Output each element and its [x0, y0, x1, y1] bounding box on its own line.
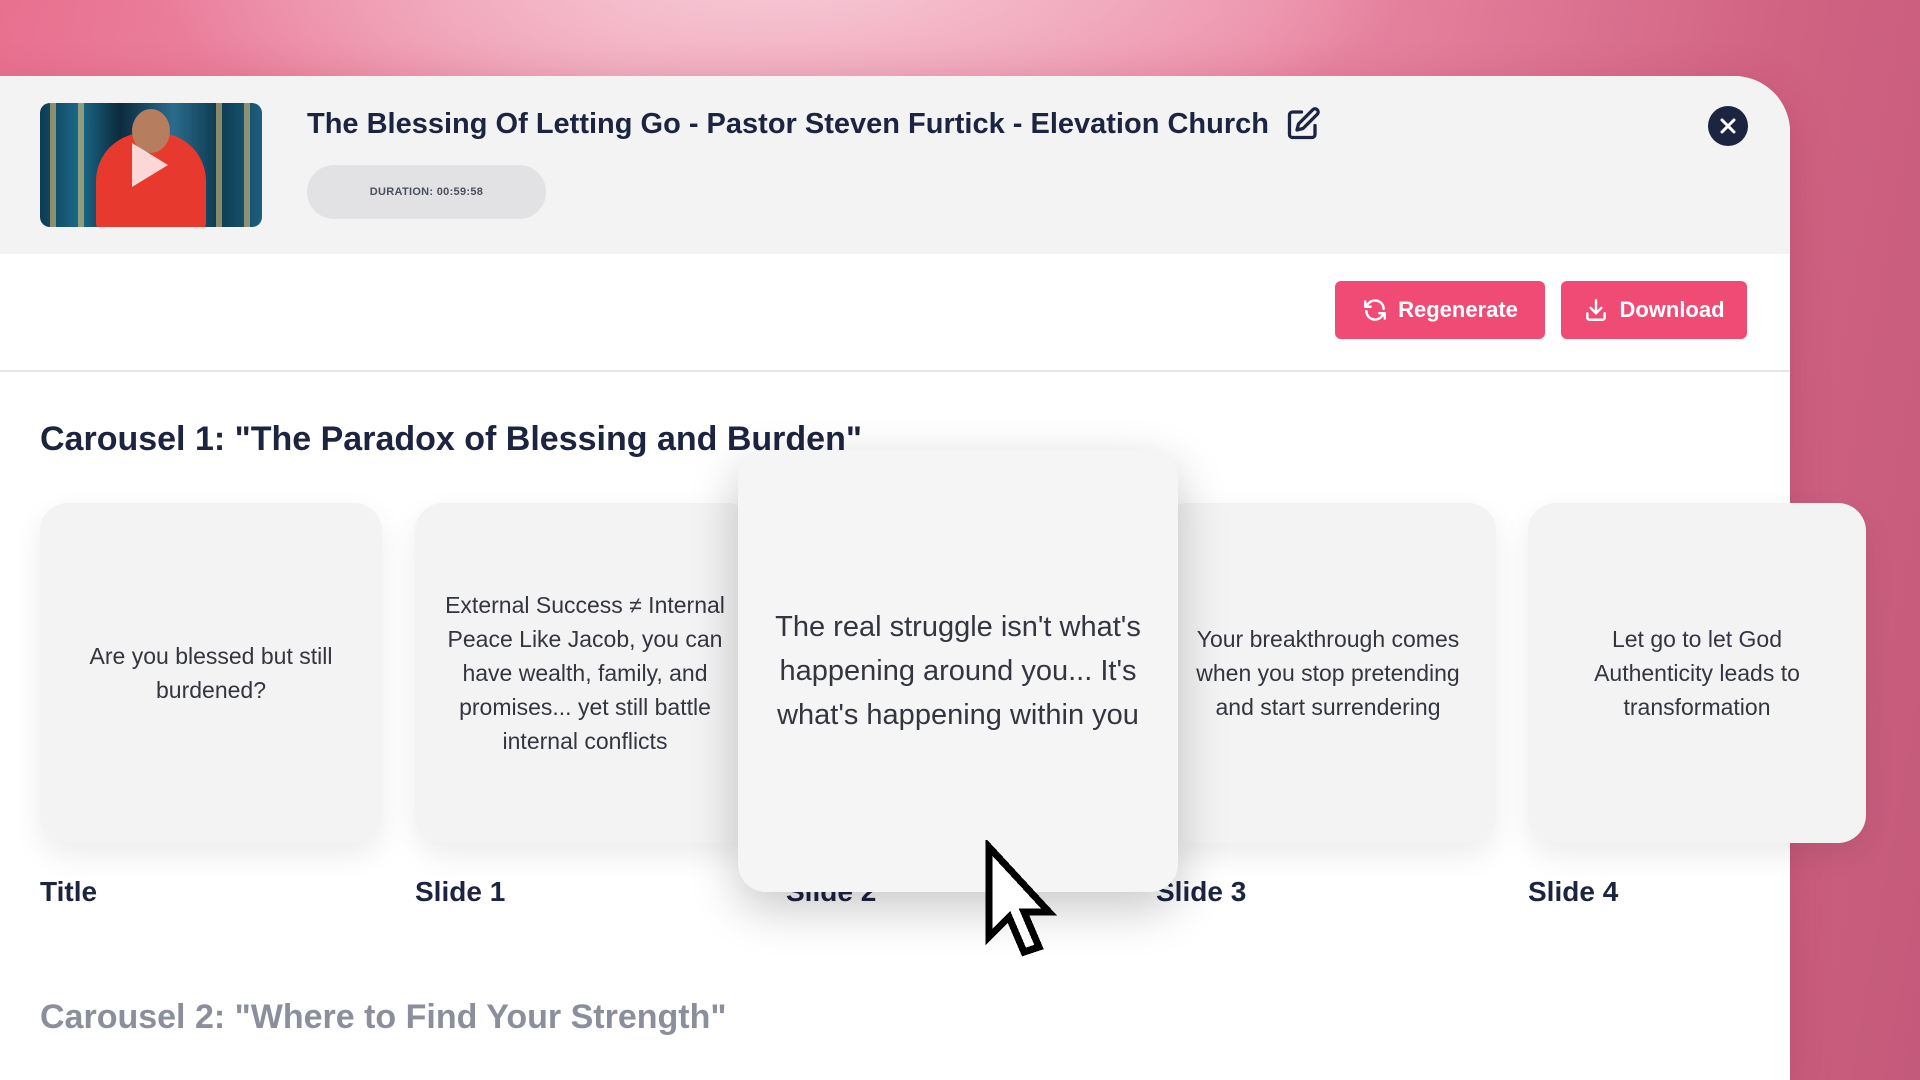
video-header: The Blessing Of Letting Go - Pastor Stev…	[0, 76, 1790, 254]
refresh-icon	[1364, 299, 1387, 321]
slide-text: External Success ≠ Internal Peace Like J…	[445, 592, 725, 754]
slide-label-4: Slide 4	[1528, 876, 1619, 907]
slide-text: Your breakthrough comes when you stop pr…	[1196, 626, 1460, 720]
regenerate-label: Regenerate	[1398, 297, 1518, 322]
slide-card-title[interactable]: Are you blessed but still burdened?	[40, 503, 382, 843]
carousel-1-title: Carousel 1: "The Paradox of Blessing and…	[40, 420, 862, 458]
stage-light	[216, 103, 222, 227]
close-icon	[1720, 118, 1736, 134]
video-title: The Blessing Of Letting Go - Pastor Stev…	[307, 107, 1269, 140]
slide-card-1[interactable]: External Success ≠ Internal Peace Like J…	[415, 503, 755, 843]
stage-light	[50, 103, 56, 227]
video-title-row: The Blessing Of Letting Go - Pastor Stev…	[307, 106, 1321, 142]
close-button[interactable]	[1708, 106, 1748, 146]
duration-badge: DURATION: 00:59:58	[307, 165, 546, 219]
mouse-pointer-icon	[985, 840, 1057, 957]
download-icon	[1586, 299, 1607, 321]
regenerate-button[interactable]: Regenerate	[1335, 281, 1545, 339]
slide-card-3[interactable]: Your breakthrough comes when you stop pr…	[1160, 503, 1496, 843]
slide-text: Let go to let God Authenticity leads to …	[1594, 626, 1800, 720]
edit-icon[interactable]	[1285, 106, 1321, 142]
download-label: Download	[1619, 297, 1725, 322]
carousel-2-title: Carousel 2: "Where to Find Your Strength…	[40, 998, 727, 1036]
stage-light	[244, 103, 250, 227]
slide-label-title: Title	[40, 876, 98, 907]
play-icon[interactable]	[132, 143, 168, 187]
slide-text: Are you blessed but still burdened?	[89, 643, 333, 703]
stage-light	[78, 103, 84, 227]
video-thumbnail[interactable]	[40, 103, 262, 227]
slide-label-1: Slide 1	[415, 876, 506, 907]
slide-card-2[interactable]: The real struggle isn't what's happening…	[738, 450, 1178, 892]
slide-card-4[interactable]: Let go to let God Authenticity leads to …	[1528, 503, 1866, 843]
slide-text: The real struggle isn't what's happening…	[775, 611, 1141, 731]
download-button[interactable]: Download	[1561, 281, 1747, 339]
